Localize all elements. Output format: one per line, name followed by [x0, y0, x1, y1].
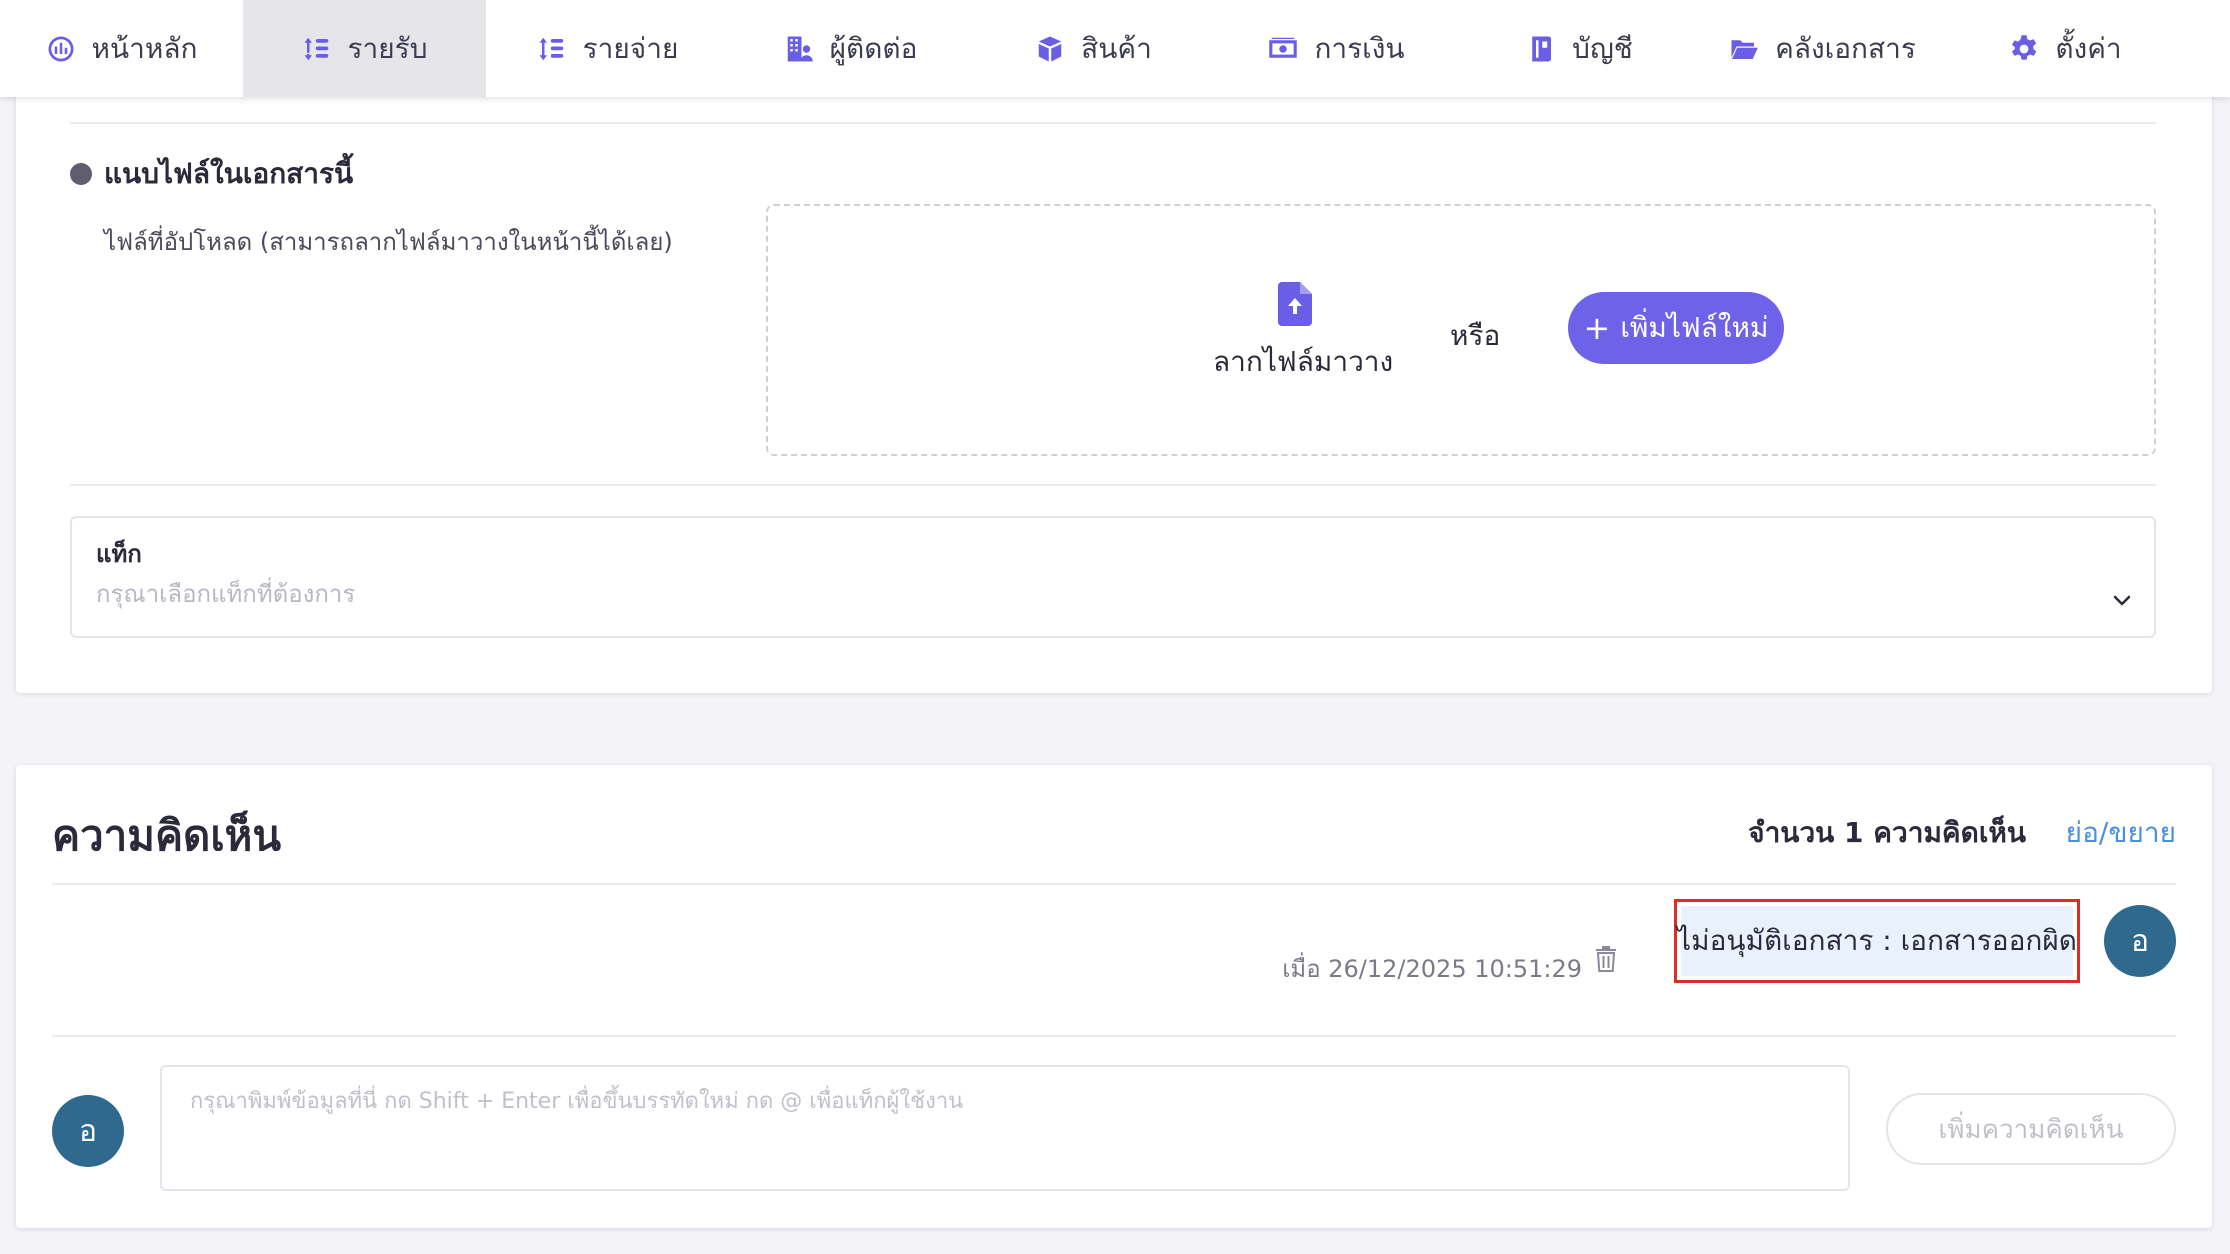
dashboard-gauge-icon [48, 36, 74, 61]
nav-item-label: รายรับ [347, 31, 428, 65]
attachments-section-title: แนบไฟล์ในเอกสารนี้ [70, 152, 353, 196]
nav-item-settings[interactable]: ตั้งค่า [1944, 0, 2187, 97]
folder-open-icon [1731, 39, 1758, 59]
tag-select[interactable]: แท็ก กรุณาเลือกแท็กที่ต้องการ [70, 516, 2156, 638]
divider [52, 883, 2176, 885]
nav-item-accounting[interactable]: บัญชี [1458, 0, 1701, 97]
comments-title: ความคิดเห็น [52, 811, 282, 860]
contacts-building-icon [787, 36, 813, 61]
nav-item-label: สินค้า [1081, 31, 1152, 65]
uploaded-files-label: ไฟล์ที่อัปโหลด (สามารถลากไฟล์มาวางในหน้า… [104, 228, 673, 256]
expense-sort-icon [539, 37, 563, 60]
nav-item-income[interactable]: รายรับ [243, 0, 486, 97]
trash-icon[interactable] [1594, 945, 1618, 973]
comment-text: ไม่อนุมัติเอกสาร : เอกสารออกผิด [1677, 906, 2077, 976]
add-file-label: เพิ่มไฟล์ใหม่ [1620, 311, 1769, 344]
comments-card: ความคิดเห็น จำนวน 1 ความคิดเห็น ย่อ/ขยาย… [16, 765, 2212, 1228]
bullet-dot-icon [70, 163, 92, 185]
comment-input[interactable] [160, 1065, 1850, 1191]
nav-item-label: ตั้งค่า [2055, 31, 2122, 65]
divider [52, 1035, 2176, 1037]
income-sort-icon [304, 37, 328, 60]
nav-item-label: การเงิน [1314, 31, 1405, 65]
comments-count: จำนวน 1 ความคิดเห็น [1748, 816, 2026, 849]
money-bill-icon [1269, 37, 1298, 58]
nav-item-label: รายจ่าย [582, 31, 679, 65]
document-details-card: แนบไฟล์ในเอกสารนี้ ไฟล์ที่อัปโหลด (สามาร… [16, 60, 2212, 693]
nav-item-expense[interactable]: รายจ่าย [486, 0, 729, 97]
file-upload-icon [1278, 282, 1312, 326]
comment-bubble-highlighted: ไม่อนุมัติเอกสาร : เอกสารออกผิด [1674, 899, 2080, 983]
settings-gear-icon [2012, 34, 2037, 60]
file-dropzone[interactable]: ลากไฟล์มาวาง หรือ + เพิ่มไฟล์ใหม่ [766, 204, 2156, 456]
drop-file-text: ลากไฟล์มาวาง [1213, 345, 1394, 378]
add-new-file-button[interactable]: + เพิ่มไฟล์ใหม่ [1568, 292, 1784, 364]
nav-item-documents[interactable]: คลังเอกสาร [1701, 0, 1944, 97]
tag-placeholder: กรุณาเลือกแท็กที่ต้องการ [96, 580, 356, 608]
plus-icon: + [1583, 309, 1611, 347]
nav-item-products[interactable]: สินค้า [972, 0, 1215, 97]
avatar: อ [2104, 905, 2176, 977]
top-navigation: หน้าหลัก รายรับ รายจ่าย ผู้ติดต่อ สินค้า… [0, 0, 2230, 97]
product-box-icon [1038, 36, 1062, 61]
nav-item-finance[interactable]: การเงิน [1215, 0, 1458, 97]
nav-item-label: หน้าหลัก [91, 31, 198, 65]
nav-item-label: ผู้ติดต่อ [829, 31, 918, 65]
collapse-expand-link[interactable]: ย่อ/ขยาย [2066, 811, 2176, 855]
nav-item-label: บัญชี [1572, 31, 1633, 65]
comment-timestamp: เมื่อ 26/12/2025 10:51:29 [1282, 955, 1582, 983]
nav-item-home[interactable]: หน้าหลัก [0, 0, 243, 97]
divider [70, 122, 2156, 124]
tag-label: แท็ก [96, 540, 142, 568]
chevron-down-icon [2113, 595, 2131, 606]
accounting-book-icon [1532, 36, 1552, 61]
divider [70, 484, 2156, 486]
nav-item-contacts[interactable]: ผู้ติดต่อ [729, 0, 972, 97]
nav-item-label: คลังเอกสาร [1775, 31, 1916, 65]
avatar: อ [52, 1095, 124, 1167]
add-comment-button[interactable]: เพิ่มความคิดเห็น [1886, 1093, 2176, 1165]
or-text: หรือ [1450, 319, 1501, 352]
attachments-title-text: แนบไฟล์ในเอกสารนี้ [104, 157, 354, 190]
